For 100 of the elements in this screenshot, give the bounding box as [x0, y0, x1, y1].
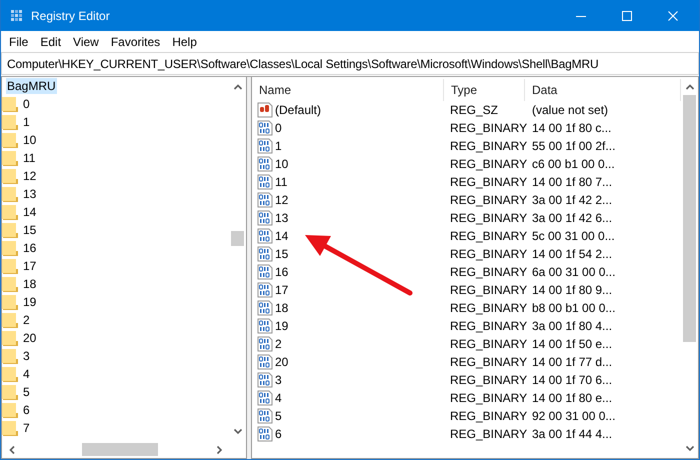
table-cell-text: (value not set) [531, 103, 610, 117]
table-cell-text: 14 00 1f 50 e... [531, 337, 614, 351]
caret-icon [8, 444, 16, 454]
table-cell-text: 3a 00 1f 42 6... [531, 211, 614, 225]
tree-item[interactable]: 0 [23, 97, 30, 111]
menu-item[interactable]: Help [166, 32, 203, 50]
table-cell-text: REG_BINARY [449, 175, 525, 189]
folder-icon [2, 186, 18, 202]
value-name[interactable]: 0 [275, 121, 282, 135]
table-cell-text: 3a 00 1f 42 2... [531, 193, 614, 207]
table-cell-text: REG_BINARY [449, 427, 525, 441]
value-name[interactable]: 13 [275, 211, 288, 225]
folder-icon [2, 330, 18, 346]
value-name[interactable]: 17 [275, 283, 288, 297]
tree-item[interactable]: BagMRU [6, 78, 57, 94]
tree-item[interactable]: 13 [23, 187, 36, 201]
table-cell-text: REG_BINARY [449, 409, 525, 423]
folder-icon [2, 114, 18, 130]
tree-item[interactable]: 2 [23, 313, 30, 327]
table-cell-text: REG_BINARY [449, 391, 525, 405]
folder-icon [2, 402, 18, 418]
tree-item[interactable]: 14 [23, 205, 36, 219]
tree-item[interactable]: 4 [23, 367, 30, 381]
folder-icon [2, 222, 18, 238]
value-name[interactable]: 14 [275, 229, 288, 243]
table-cell-text: 14 00 1f 80 9... [531, 283, 614, 297]
binary-value-icon [257, 210, 273, 226]
value-name[interactable]: 19 [275, 319, 288, 333]
value-name[interactable]: 4 [275, 391, 282, 405]
folder-icon [2, 294, 18, 310]
table-cell-text: 92 00 31 00 0... [531, 409, 616, 423]
value-name[interactable]: 10 [275, 157, 288, 171]
binary-value-icon [257, 228, 273, 244]
scroll-thumb[interactable] [231, 231, 244, 246]
table-cell-text: 55 00 1f 00 2f... [531, 139, 616, 153]
binary-value-icon [257, 264, 273, 280]
value-name[interactable]: 16 [275, 265, 288, 279]
string-value-icon [257, 102, 273, 118]
tree-item[interactable]: 5 [23, 385, 30, 399]
value-name[interactable]: 6 [275, 427, 282, 441]
folder-icon [2, 132, 18, 148]
tree-item[interactable]: 11 [23, 151, 36, 165]
menu-item[interactable]: View [67, 32, 105, 50]
table-cell-text: 14 00 1f 54 2... [531, 247, 614, 261]
tree-item[interactable]: 17 [23, 259, 36, 273]
menu-item[interactable]: Favorites [104, 32, 166, 50]
column-header[interactable]: Type [444, 79, 525, 101]
folder-icon [2, 366, 18, 382]
value-name[interactable]: 15 [275, 247, 288, 261]
tree-item[interactable]: 12 [23, 169, 36, 183]
tree-item[interactable]: 10 [23, 133, 36, 147]
table-cell-text: REG_BINARY [449, 229, 525, 243]
table-cell-text: REG_BINARY [449, 121, 525, 135]
binary-value-icon [257, 120, 273, 136]
binary-value-icon [257, 138, 273, 154]
binary-value-icon [257, 390, 273, 406]
menu-item[interactable]: Edit [34, 32, 68, 50]
binary-value-icon [257, 192, 273, 208]
tree-item[interactable]: 6 [23, 403, 30, 417]
value-name[interactable]: 3 [275, 373, 282, 387]
column-header[interactable]: Name [252, 79, 444, 101]
table-cell-text: REG_BINARY [449, 247, 525, 261]
folder-icon [2, 312, 18, 328]
scroll-thumb[interactable] [82, 443, 158, 456]
binary-value-icon [257, 408, 273, 424]
tree-item[interactable]: 15 [23, 223, 36, 237]
folder-icon [2, 420, 18, 436]
table-cell-text: REG_BINARY [449, 337, 525, 351]
scroll-thumb[interactable] [683, 95, 696, 342]
value-name[interactable]: 1 [275, 139, 282, 153]
tree-item[interactable]: 18 [23, 277, 36, 291]
table-cell-text: 14 00 1f 80 7... [531, 175, 614, 189]
value-name[interactable]: 2 [275, 337, 282, 351]
tree-item[interactable]: 19 [23, 295, 36, 309]
value-name[interactable]: 12 [275, 193, 288, 207]
value-name[interactable]: 11 [275, 175, 288, 189]
table-cell-text: REG_BINARY [449, 139, 525, 153]
address-field[interactable]: Computer\HKEY_CURRENT_USER\Software\Classes\Local Settings\Software\Microsoft\Windows\Shell\BagMRU [1, 52, 699, 75]
folder-icon [2, 204, 18, 220]
binary-value-icon [257, 300, 273, 316]
folder-icon [2, 240, 18, 256]
table-cell-text: b8 00 b1 00 0... [531, 301, 616, 315]
binary-value-icon [257, 156, 273, 172]
value-name[interactable]: (Default) [275, 103, 322, 117]
tree-item[interactable]: 3 [23, 349, 30, 363]
menu-item[interactable]: File [3, 32, 34, 50]
tree-item[interactable]: 20 [23, 331, 36, 345]
binary-value-icon [257, 372, 273, 388]
folder-icon [2, 276, 18, 292]
value-name[interactable]: 5 [275, 409, 282, 423]
binary-value-icon [257, 354, 273, 370]
table-cell-text: REG_BINARY [449, 193, 525, 207]
tree-item[interactable]: 7 [23, 421, 30, 435]
tree-item[interactable]: 1 [23, 115, 30, 129]
folder-icon [2, 258, 18, 274]
tree-item[interactable]: 16 [23, 241, 36, 255]
table-cell-text: 6a 00 31 00 0... [531, 265, 616, 279]
value-name[interactable]: 20 [275, 355, 288, 369]
binary-value-icon [257, 282, 273, 298]
value-name[interactable]: 18 [275, 301, 288, 315]
